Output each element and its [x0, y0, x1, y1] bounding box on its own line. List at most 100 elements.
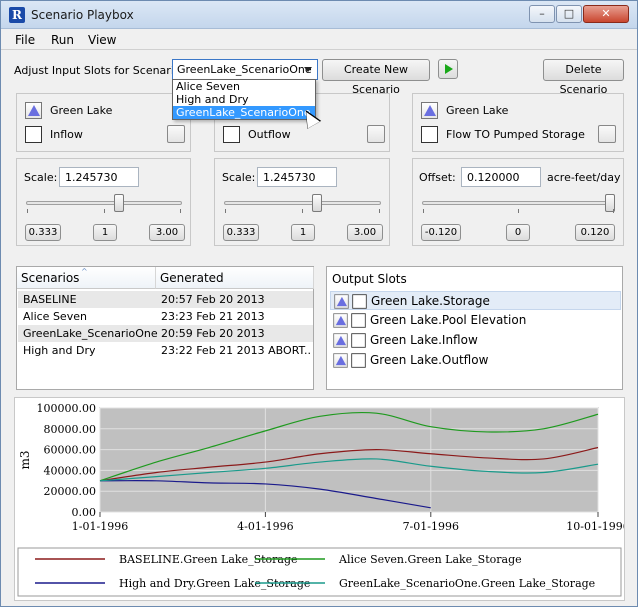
- legend-label: GreenLake_ScenarioOne.Green Lake_Storage: [339, 577, 595, 590]
- scale-slider-track[interactable]: [224, 201, 381, 205]
- dropdown-option[interactable]: Alice Seven: [173, 80, 315, 93]
- plot-chart-icon[interactable]: [598, 125, 616, 143]
- plot-chart-icon[interactable]: [167, 125, 185, 143]
- output-slot-label: Green Lake.Pool Elevation: [370, 313, 527, 327]
- menu-file[interactable]: File: [15, 33, 35, 47]
- menu-view[interactable]: View: [88, 33, 116, 47]
- table-row[interactable]: GreenLake_ScenarioOne 20:59 Feb 20 2013: [18, 325, 313, 342]
- slider-tick: [613, 209, 614, 213]
- menu-run[interactable]: Run: [51, 33, 74, 47]
- reservoir-icon: [333, 313, 348, 328]
- x-tick-label: 4-01-1996: [237, 520, 293, 533]
- scale-min-button[interactable]: 0.333: [223, 224, 259, 241]
- object-name-label: Green Lake: [446, 104, 509, 117]
- create-new-scenario-button[interactable]: Create New Scenario: [322, 59, 430, 96]
- dropdown-option-selected[interactable]: GreenLake_ScenarioOne: [173, 106, 315, 119]
- reservoir-icon: [421, 102, 438, 119]
- scale-max-button[interactable]: 3.00: [347, 224, 383, 241]
- title-bar[interactable]: R Scenario Playbox – □ ✕: [1, 1, 637, 29]
- y-tick-label: 40000.00: [44, 464, 97, 477]
- plot-chart-icon[interactable]: [367, 125, 385, 143]
- scenario-playbox-window: R Scenario Playbox – □ ✕ File Run View A…: [0, 0, 638, 607]
- offset-slider-track[interactable]: [422, 201, 615, 205]
- scenario-dropdown-list: Alice Seven High and Dry GreenLake_Scena…: [172, 79, 316, 120]
- offset-unit-label: acre-feet/day: [547, 171, 621, 184]
- table-row[interactable]: BASELINE 20:57 Feb 20 2013: [18, 291, 313, 308]
- slider-tick: [518, 209, 519, 213]
- slot-name-label: Outflow: [248, 128, 291, 141]
- output-slot-item[interactable]: Green Lake.Outflow: [330, 351, 621, 370]
- generated-cell: 20:57 Feb 20 2013: [161, 293, 265, 306]
- output-slot-item[interactable]: Green Lake.Pool Elevation: [330, 311, 621, 330]
- slot-adjust-panel-1: Scale: 1.245730 0.333 1 3.00: [16, 158, 191, 246]
- offset-min-button[interactable]: -0.120: [421, 224, 461, 241]
- scale-label: Scale:: [24, 171, 58, 184]
- scale-max-button[interactable]: 3.00: [149, 224, 185, 241]
- scale-value-input[interactable]: 1.245730: [257, 167, 337, 187]
- generated-cell: 20:59 Feb 20 2013: [161, 327, 265, 340]
- scale-min-button[interactable]: 0.333: [25, 224, 61, 241]
- storage-chart-panel: 100000.00 80000.00 60000.00 40000.00 20000.0…: [14, 397, 630, 601]
- slot-header-panel-1: Green Lake Inflow: [16, 93, 191, 152]
- y-axis-label: m3: [18, 450, 32, 469]
- output-slot-item[interactable]: Green Lake.Storage: [330, 291, 621, 310]
- series-slot-icon: [351, 313, 366, 328]
- table-row[interactable]: Alice Seven 23:23 Feb 21 2013: [18, 308, 313, 325]
- table-row[interactable]: High and Dry 23:22 Feb 21 2013 ABORT...: [18, 342, 313, 359]
- reservoir-icon: [333, 333, 348, 348]
- output-slot-item[interactable]: Green Lake.Inflow: [330, 331, 621, 350]
- scale-label: Scale:: [222, 171, 256, 184]
- x-tick-label: 1-01-1996: [72, 520, 128, 533]
- scenario-select[interactable]: GreenLake_ScenarioOne: [172, 59, 318, 80]
- offset-max-button[interactable]: 0.120: [575, 224, 615, 241]
- app-logo-icon: R: [9, 7, 25, 23]
- scenario-name-cell: Alice Seven: [23, 310, 87, 323]
- slider-tick: [423, 209, 424, 213]
- slider-tick: [27, 209, 28, 213]
- output-slot-label: Green Lake.Outflow: [370, 353, 489, 367]
- series-slot-icon: [351, 353, 366, 368]
- run-play-icon[interactable]: [438, 59, 458, 79]
- scale-slider-track[interactable]: [26, 201, 182, 205]
- output-slot-label: Green Lake.Storage: [371, 294, 490, 308]
- reservoir-icon: [25, 102, 42, 119]
- slider-tick: [104, 209, 105, 213]
- series-slot-icon: [352, 294, 367, 309]
- scale-slider-thumb[interactable]: [114, 194, 124, 212]
- slider-tick: [225, 209, 226, 213]
- scenario-name-cell: High and Dry: [23, 344, 96, 357]
- adjust-input-label: Adjust Input Slots for Scenario:: [14, 64, 185, 77]
- series-slot-icon: [351, 333, 366, 348]
- y-tick-label: 60000.00: [44, 444, 97, 457]
- offset-label: Offset:: [419, 171, 456, 184]
- close-button[interactable]: ✕: [583, 5, 629, 23]
- x-tick-label: 7-01-1996: [403, 520, 459, 533]
- scenario-select-value: GreenLake_ScenarioOne: [177, 63, 312, 76]
- column-header-label: Scenarios: [21, 271, 80, 285]
- scenarios-table: Scenarios ^ Generated BASELINE 20:57 Feb…: [16, 266, 314, 390]
- slot-name-label: Flow TO Pumped Storage: [446, 128, 585, 141]
- slot-header-panel-3: Green Lake Flow TO Pumped Storage: [412, 93, 624, 152]
- column-header-scenarios[interactable]: Scenarios ^: [17, 267, 156, 289]
- slider-tick: [180, 209, 181, 213]
- offset-value-input[interactable]: 0.120000: [461, 167, 541, 187]
- output-slots-panel: Output Slots Green Lake.Storage Green La…: [326, 266, 623, 390]
- series-slot-icon: [421, 126, 438, 143]
- scale-value-input[interactable]: 1.245730: [59, 167, 139, 187]
- slot-adjust-panel-2: Scale: 1.245730 0.333 1 3.00: [214, 158, 390, 246]
- scenario-name-cell: BASELINE: [23, 293, 77, 306]
- scale-slider-thumb[interactable]: [312, 194, 322, 212]
- chevron-down-icon: [304, 67, 312, 72]
- offset-reset-button[interactable]: 0: [506, 224, 530, 241]
- maximize-button[interactable]: □: [556, 5, 582, 23]
- generated-cell: 23:22 Feb 21 2013 ABORT...: [161, 344, 311, 357]
- window-title: Scenario Playbox: [31, 8, 134, 22]
- dropdown-option[interactable]: High and Dry: [173, 93, 315, 106]
- delete-scenario-button[interactable]: Delete Scenario: [543, 59, 624, 96]
- scenario-name-cell: GreenLake_ScenarioOne: [23, 327, 158, 340]
- column-header-generated[interactable]: Generated: [156, 267, 314, 289]
- storage-chart[interactable]: 100000.00 80000.00 60000.00 40000.00 20000.0…: [15, 398, 630, 600]
- minimize-button[interactable]: –: [529, 5, 555, 23]
- scale-reset-button[interactable]: 1: [93, 224, 117, 241]
- scale-reset-button[interactable]: 1: [291, 224, 315, 241]
